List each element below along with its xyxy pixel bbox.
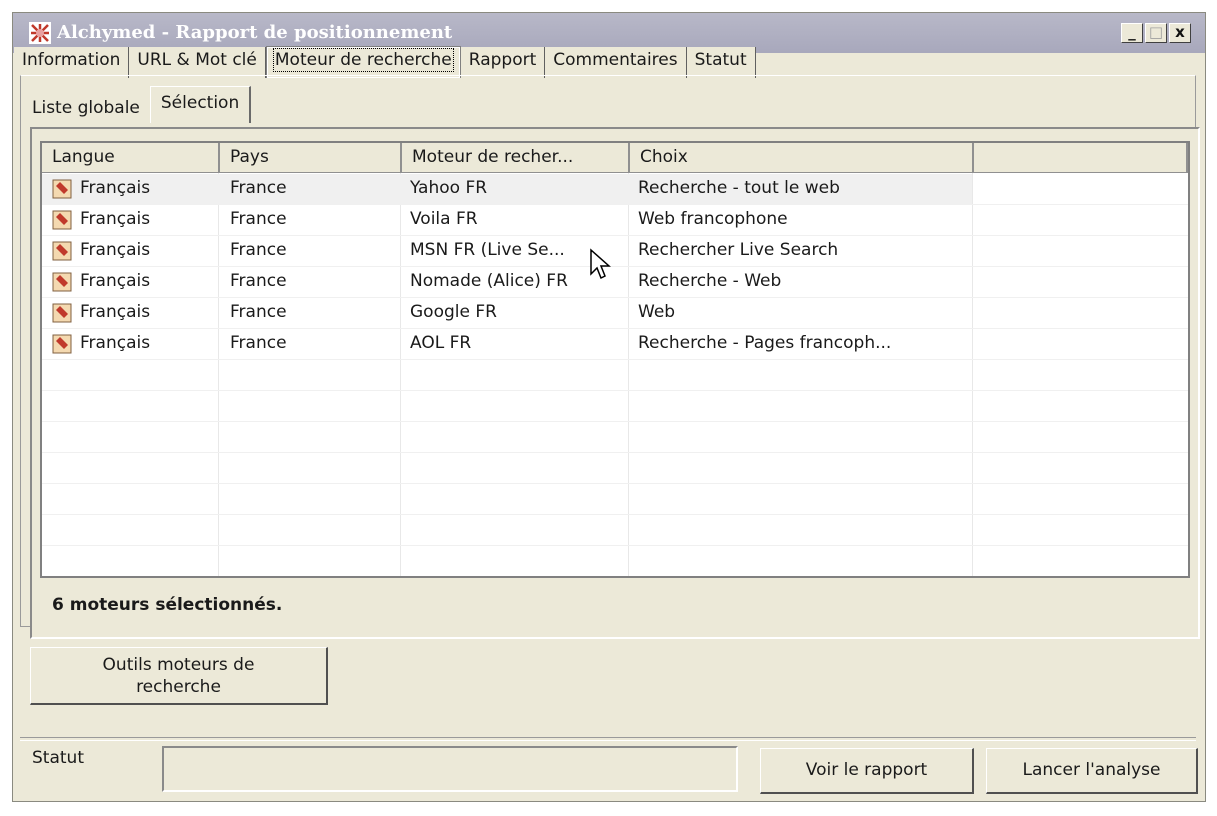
cell-choix: Recherche - Web (638, 271, 782, 291)
cell-pays: France (230, 333, 287, 353)
window-controls: _ □ x (1119, 23, 1191, 43)
tab-label: Statut (694, 50, 747, 70)
cell-choix: Web francophone (638, 209, 788, 229)
divider (20, 737, 1196, 741)
app-logo-icon (29, 22, 51, 44)
cell-choix: Recherche - tout le web (638, 178, 840, 198)
tab-label: Moteur de recherche (272, 48, 454, 72)
language-flag-icon (52, 241, 72, 261)
cell-langue: Français (80, 240, 151, 260)
cell-langue: Français (80, 333, 151, 353)
cell-moteur: Voila FR (410, 209, 478, 229)
cell-langue: Français (80, 178, 151, 198)
column-header-langue[interactable]: Langue (42, 143, 220, 173)
cell-choix: Web (638, 302, 676, 322)
selection-count: 6 moteurs sélectionnés. (52, 595, 283, 615)
column-header-empty[interactable] (974, 143, 1188, 173)
tab-label: Rapport (468, 50, 537, 70)
engines-list[interactable]: Langue Pays Moteur de recher... Choix Fr… (40, 141, 1190, 578)
list-row[interactable]: Français France Yahoo FR Recherche - tou… (42, 174, 972, 205)
close-button[interactable]: x (1169, 23, 1191, 43)
tab-rapport[interactable]: Rapport (460, 47, 546, 78)
cell-pays: France (230, 240, 287, 260)
sub-tabs: Liste globale Sélection (24, 84, 252, 123)
view-report-button[interactable]: Voir le rapport (760, 748, 974, 794)
tab-information[interactable]: Information (14, 47, 130, 78)
language-flag-icon (52, 210, 72, 230)
column-header-pays[interactable]: Pays (220, 143, 402, 173)
cell-pays: France (230, 178, 287, 198)
list-row[interactable]: Français France AOL FR Recherche - Pages… (42, 329, 1188, 360)
status-label: Statut (32, 748, 84, 768)
cell-choix: Recherche - Pages francoph... (638, 333, 892, 353)
cell-pays: France (230, 271, 287, 291)
button-label-line2: recherche (136, 677, 221, 697)
list-row[interactable]: Français France Voila FR Web francophone (42, 205, 1188, 236)
list-row[interactable]: Français France MSN FR (Live Se... Reche… (42, 236, 1188, 267)
cell-moteur: Yahoo FR (410, 178, 488, 198)
subtab-liste-globale[interactable]: Liste globale (24, 84, 150, 123)
cell-moteur: Google FR (410, 302, 497, 322)
search-engine-tools-button[interactable]: Outils moteurs de recherche (30, 647, 328, 705)
cell-moteur: MSN FR (Live Se... (410, 240, 565, 260)
tab-label: Information (22, 50, 121, 70)
tab-commentaires[interactable]: Commentaires (545, 47, 687, 78)
column-header-choix[interactable]: Choix (630, 143, 974, 173)
column-header-moteur[interactable]: Moteur de recher... (402, 143, 630, 173)
tab-url-mot-cle[interactable]: URL & Mot clé (129, 47, 266, 78)
language-flag-icon (52, 179, 72, 199)
language-flag-icon (52, 303, 72, 323)
maximize-button[interactable]: □ (1145, 23, 1167, 43)
mouse-cursor-icon (590, 248, 611, 280)
cell-moteur: AOL FR (410, 333, 472, 353)
tab-label: Commentaires (553, 50, 678, 70)
cell-pays: France (230, 302, 287, 322)
start-analysis-button[interactable]: Lancer l'analyse (986, 748, 1198, 794)
tab-moteur-de-recherche[interactable]: Moteur de recherche (265, 46, 461, 78)
cell-choix: Rechercher Live Search (638, 240, 839, 260)
language-flag-icon (52, 272, 72, 292)
list-header: Langue Pays Moteur de recher... Choix (42, 143, 1188, 173)
list-row[interactable]: Français France Google FR Web (42, 298, 1188, 329)
window-title: Alchymed - Rapport de positionnement (57, 22, 453, 43)
main-tabs: Information URL & Mot clé Moteur de rech… (14, 46, 756, 78)
tab-label: URL & Mot clé (137, 50, 257, 70)
language-flag-icon (52, 334, 72, 354)
cell-langue: Français (80, 209, 151, 229)
cell-moteur: Nomade (Alice) FR (410, 271, 568, 291)
subtab-selection[interactable]: Sélection (149, 86, 252, 123)
tab-statut[interactable]: Statut (686, 47, 756, 78)
button-label-line1: Outils moteurs de (102, 655, 255, 675)
cell-pays: France (230, 209, 287, 229)
list-row[interactable]: Français France Nomade (Alice) FR Recher… (42, 267, 1188, 298)
status-field (162, 746, 738, 792)
cell-langue: Français (80, 271, 151, 291)
minimize-button[interactable]: _ (1121, 23, 1143, 43)
cell-langue: Français (80, 302, 151, 322)
